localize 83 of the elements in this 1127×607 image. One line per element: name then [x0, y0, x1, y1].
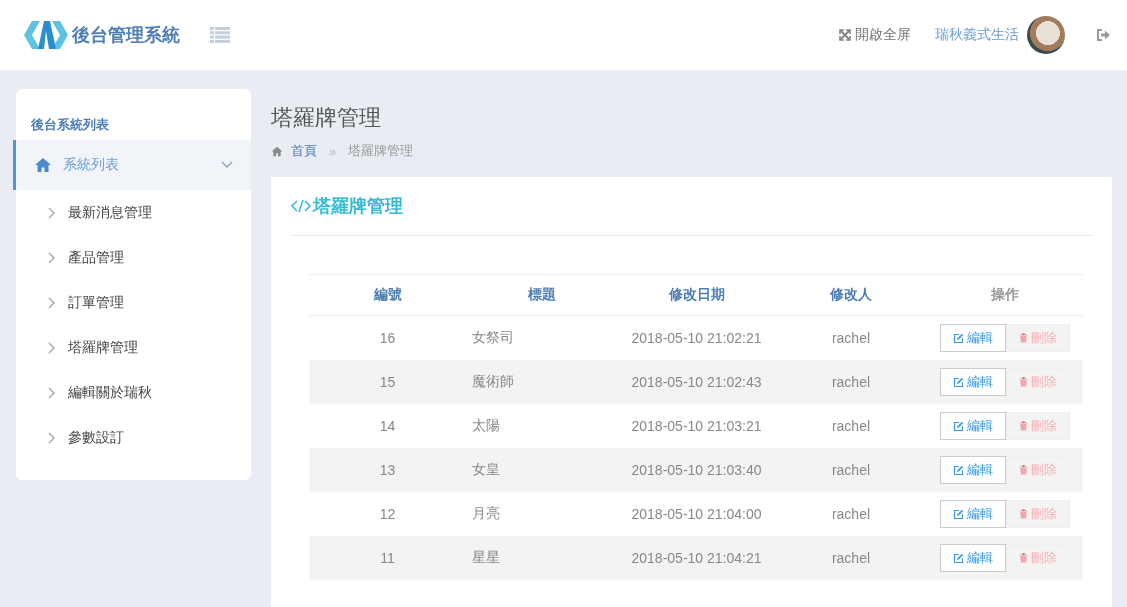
menu-group[interactable]: 系統列表: [13, 140, 251, 190]
delete-button[interactable]: 刪除: [1006, 324, 1070, 352]
table-cell: 13: [379, 462, 396, 478]
delete-button[interactable]: 刪除: [1006, 544, 1070, 572]
table-cell: 2018-05-10 21:04:21: [631, 550, 762, 566]
table-cell: 12: [379, 506, 396, 522]
table-cell: 11: [380, 550, 395, 566]
trash-icon: [1019, 333, 1028, 343]
logo-icon: [24, 21, 68, 49]
menu-item[interactable]: 產品管理: [16, 235, 251, 280]
menu-item[interactable]: 參數設訂: [16, 415, 251, 460]
chevron-icon: [48, 386, 56, 399]
table-cell: 2018-05-10 21:04:00: [631, 506, 762, 522]
app-title: 後台管理系統: [72, 24, 180, 47]
menu-item[interactable]: 最新消息管理: [16, 190, 251, 235]
page-title: 塔羅牌管理: [271, 104, 382, 132]
panel-title: 塔羅牌管理: [313, 195, 403, 218]
edit-button[interactable]: 編輯: [940, 324, 1006, 352]
menu-icon[interactable]: [210, 27, 230, 43]
menu-item[interactable]: 塔羅牌管理: [16, 325, 251, 370]
table-cell: rachel: [831, 462, 871, 478]
chevron-icon: [48, 296, 56, 309]
chevron-icon: [48, 206, 56, 219]
home-icon: [34, 157, 52, 173]
edit-icon: [953, 464, 964, 476]
table-cell: 星星: [472, 549, 500, 565]
table-cell: 女祭司: [472, 329, 514, 345]
chevron-icon: [48, 431, 56, 444]
edit-icon: [953, 420, 964, 432]
column-header: 標題: [466, 274, 618, 316]
menu-item[interactable]: 訂單管理: [16, 280, 251, 325]
table-cell: 14: [379, 418, 396, 434]
breadcrumb-link[interactable]: 首頁: [291, 142, 317, 160]
table-cell: rachel: [831, 330, 871, 346]
table-cell: rachel: [831, 550, 871, 566]
trash-icon: [1019, 509, 1028, 519]
logout-icon[interactable]: [1097, 29, 1111, 41]
edit-button[interactable]: 編輯: [940, 544, 1006, 572]
column-header: 操作: [927, 274, 1083, 316]
table-cell: 2018-05-10 21:03:21: [631, 418, 762, 434]
table-cell: 月亮: [472, 505, 500, 521]
table-cell: 太陽: [472, 417, 500, 433]
avatar[interactable]: [1027, 16, 1065, 54]
column-header: 編號: [309, 274, 466, 316]
edit-icon: [953, 508, 964, 520]
code-icon: [291, 199, 311, 213]
table-cell: 2018-05-10 21:03:40: [631, 462, 762, 478]
trash-icon: [1019, 553, 1028, 563]
delete-button[interactable]: 刪除: [1006, 412, 1070, 440]
edit-button[interactable]: 編輯: [940, 368, 1006, 396]
expand-icon: [839, 29, 851, 41]
table-cell: 魔術師: [472, 373, 514, 389]
user-name[interactable]: 瑞秋義式生活: [935, 26, 1019, 44]
table-cell: rachel: [831, 418, 871, 434]
breadcrumb-separator: »: [329, 143, 337, 159]
table-cell: 2018-05-10 21:02:43: [631, 374, 762, 390]
column-header: 修改人: [775, 274, 927, 316]
edit-icon: [953, 552, 964, 564]
fullscreen-button[interactable]: 開啟全屏: [839, 26, 911, 44]
table-cell: 2018-05-10 21:02:21: [631, 330, 762, 346]
chevron-icon: [48, 251, 56, 264]
trash-icon: [1019, 421, 1028, 431]
edit-icon: [953, 376, 964, 388]
menu-item[interactable]: 編輯關於瑞秋: [16, 370, 251, 415]
sidebar-heading: 後台系統列表: [30, 116, 110, 134]
column-header: 修改日期: [618, 274, 775, 316]
table-cell: 15: [379, 374, 396, 390]
chevron-icon: [48, 341, 56, 354]
edit-icon: [953, 332, 964, 344]
edit-button[interactable]: 編輯: [940, 412, 1006, 440]
delete-button[interactable]: 刪除: [1006, 500, 1070, 528]
trash-icon: [1019, 377, 1028, 387]
trash-icon: [1019, 465, 1028, 475]
table-cell: rachel: [831, 374, 871, 390]
table-cell: 16: [379, 330, 396, 346]
table-cell: 女皇: [472, 461, 500, 477]
delete-button[interactable]: 刪除: [1006, 368, 1070, 396]
edit-button[interactable]: 編輯: [940, 456, 1006, 484]
edit-button[interactable]: 編輯: [940, 500, 1006, 528]
home-icon: [271, 145, 283, 157]
breadcrumb-current: 塔羅牌管理: [348, 142, 414, 160]
table-cell: rachel: [831, 506, 871, 522]
delete-button[interactable]: 刪除: [1006, 456, 1070, 484]
